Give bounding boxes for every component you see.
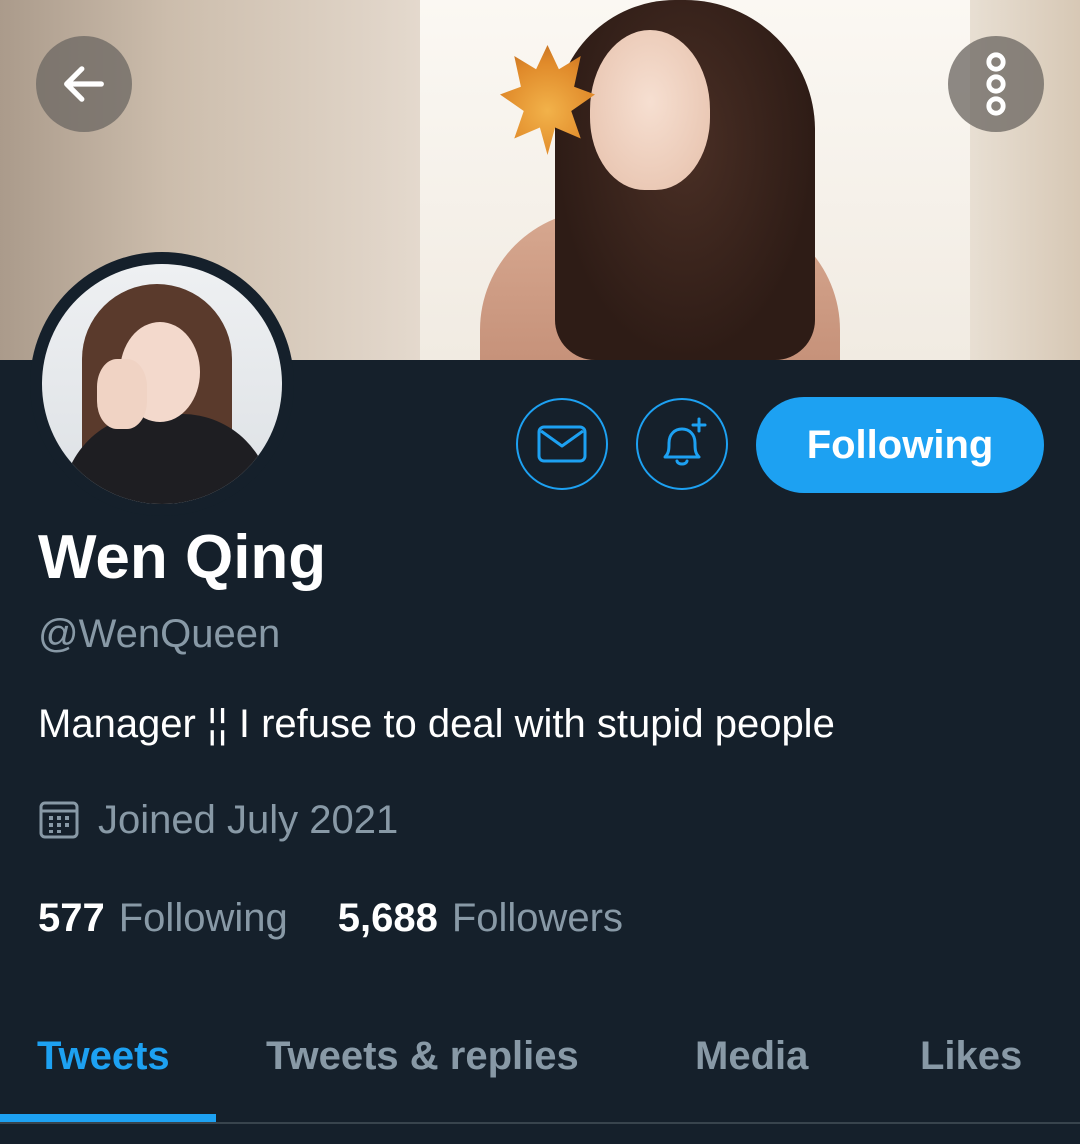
back-arrow-icon <box>64 66 104 102</box>
followers-count: 5,688 <box>337 896 438 940</box>
profile-handle: @WenQueen <box>38 612 281 656</box>
tab-likes[interactable]: Likes <box>920 1030 1022 1082</box>
profile-bio: Manager ¦¦ I refuse to deal with stupid … <box>38 702 835 746</box>
followers-label: Followers <box>451 896 623 940</box>
profile-stats: 577 Following 5,688 Followers <box>38 892 623 944</box>
profile-tabs: Tweets Tweets & replies Media Likes <box>0 1020 1080 1144</box>
tab-tweets[interactable]: Tweets <box>37 1030 170 1082</box>
tab-media[interactable]: Media <box>695 1030 808 1082</box>
active-tab-indicator <box>0 1114 216 1122</box>
avatar-photo <box>42 264 282 504</box>
back-button[interactable] <box>36 36 132 132</box>
following-count: 577 <box>38 896 105 940</box>
following-button[interactable]: Following <box>756 397 1044 493</box>
bell-plus-icon <box>663 417 707 466</box>
banner-photo-face <box>590 30 710 190</box>
joined-date: Joined July 2021 <box>38 794 398 846</box>
notifications-button[interactable] <box>636 398 728 490</box>
following-stat[interactable]: 577 Following <box>38 892 288 944</box>
followers-stat[interactable]: 5,688 Followers <box>338 892 623 944</box>
following-label: Following <box>118 896 288 940</box>
message-button[interactable] <box>516 398 608 490</box>
tabs-divider <box>0 1122 1080 1124</box>
profile-name: Wen Qing <box>38 523 327 592</box>
more-vertical-icon <box>986 52 1006 116</box>
following-button-label: Following <box>806 422 994 467</box>
more-options-button[interactable] <box>948 36 1044 132</box>
calendar-icon <box>39 801 79 839</box>
avatar-photo-hand <box>97 359 147 429</box>
tab-tweets-and-replies[interactable]: Tweets & replies <box>266 1030 579 1082</box>
mail-icon <box>537 425 587 463</box>
avatar[interactable] <box>30 252 294 516</box>
joined-date-text: Joined July 2021 <box>98 798 399 842</box>
